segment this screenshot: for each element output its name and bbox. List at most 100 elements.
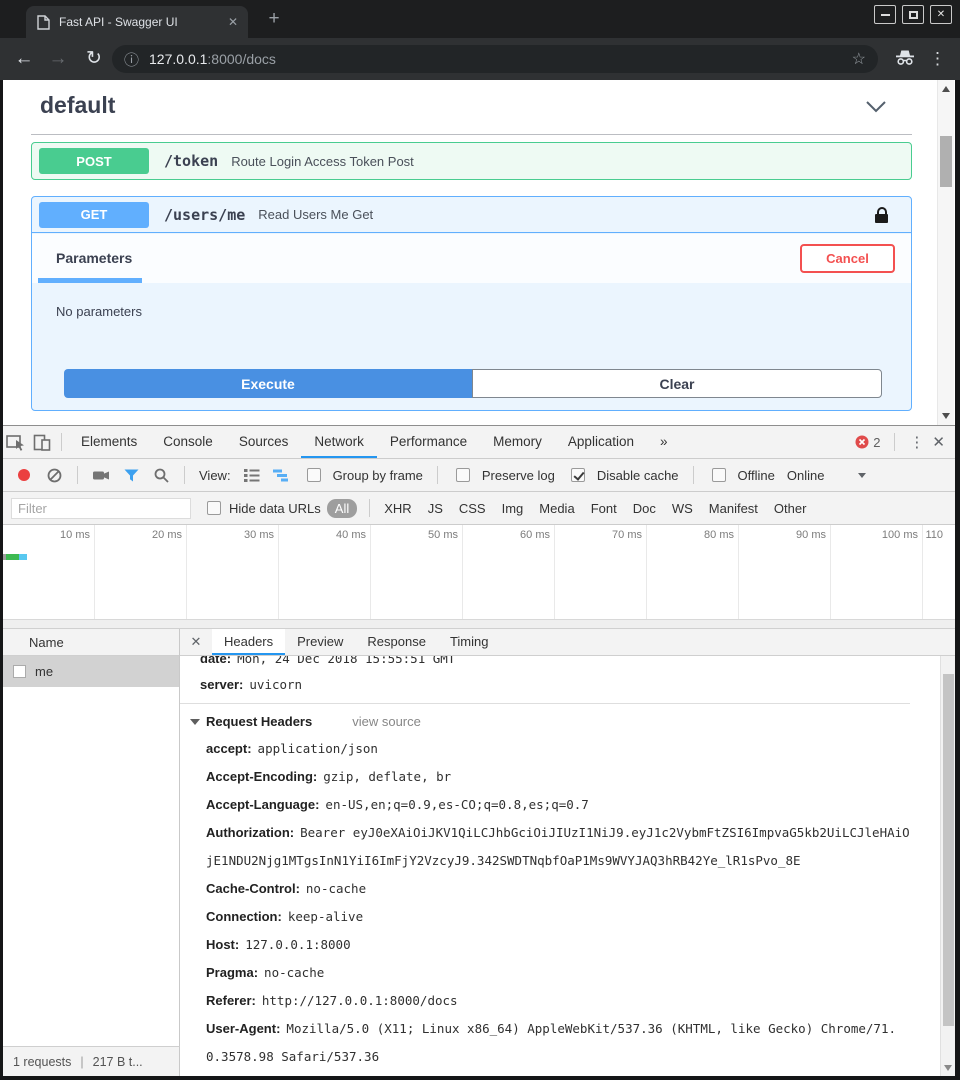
browser-tab[interactable]: Fast API - Swagger UI ✕ bbox=[26, 6, 248, 38]
bookmark-star-icon[interactable]: ☆ bbox=[852, 49, 866, 69]
filter-type-css[interactable]: CSS bbox=[459, 501, 486, 516]
timeline-tick: 90 ms bbox=[739, 525, 831, 619]
filter-input[interactable] bbox=[11, 498, 191, 519]
error-badge[interactable]: 2 bbox=[855, 435, 880, 450]
tab-timing[interactable]: Timing bbox=[438, 629, 501, 655]
request-headers-section[interactable]: Request Headers view source bbox=[190, 708, 910, 735]
timeline-tick: 60 ms bbox=[463, 525, 555, 619]
tab-performance[interactable]: Performance bbox=[377, 426, 480, 458]
cancel-button[interactable]: Cancel bbox=[800, 244, 895, 273]
filter-type-all[interactable]: All bbox=[327, 499, 357, 518]
request-row-me[interactable]: me bbox=[3, 656, 179, 687]
timeline-overview[interactable]: 10 ms 20 ms 30 ms 40 ms 50 ms 60 ms 70 m… bbox=[3, 525, 955, 619]
tab-elements[interactable]: Elements bbox=[68, 426, 150, 458]
page-scrollbar[interactable] bbox=[937, 80, 954, 425]
filter-type-other[interactable]: Other bbox=[774, 501, 807, 516]
endpoint-post-token[interactable]: POST /token Route Login Access Token Pos… bbox=[31, 142, 912, 180]
filter-type-img[interactable]: Img bbox=[502, 501, 524, 516]
new-tab-button[interactable]: + bbox=[262, 7, 286, 31]
details-close-icon[interactable]: ✕ bbox=[180, 629, 212, 655]
scrollbar-thumb[interactable] bbox=[943, 674, 954, 1026]
scroll-up-icon[interactable] bbox=[942, 86, 950, 92]
transferred-size: 217 B t... bbox=[93, 1055, 143, 1069]
screenshot-icon[interactable] bbox=[88, 462, 114, 488]
back-icon[interactable]: ← bbox=[12, 47, 36, 71]
record-icon[interactable] bbox=[18, 469, 30, 481]
tab-memory[interactable]: Memory bbox=[480, 426, 555, 458]
endpoint-summary: Route Login Access Token Post bbox=[231, 154, 414, 169]
close-button[interactable]: ✕ bbox=[930, 5, 952, 24]
filter-type-manifest[interactable]: Manifest bbox=[709, 501, 758, 516]
url-text[interactable]: 127.0.0.1:8000/docs bbox=[149, 51, 852, 67]
browser-menu-icon[interactable]: ⋮ bbox=[929, 47, 946, 71]
tab-application[interactable]: Application bbox=[555, 426, 647, 458]
filter-type-font[interactable]: Font bbox=[591, 501, 617, 516]
request-favicon bbox=[13, 665, 26, 678]
preserve-log-checkbox[interactable] bbox=[456, 468, 470, 482]
filter-type-media[interactable]: Media bbox=[539, 501, 574, 516]
maximize-button[interactable] bbox=[902, 5, 924, 24]
view-list-icon[interactable] bbox=[239, 462, 265, 488]
request-header-line: acceptapplication/json bbox=[190, 735, 910, 763]
page-info-icon[interactable]: ⓘ bbox=[124, 49, 139, 70]
collapse-chevron-icon[interactable] bbox=[865, 100, 887, 114]
section-divider bbox=[31, 134, 912, 135]
filter-funnel-icon[interactable] bbox=[118, 462, 144, 488]
tab-sources[interactable]: Sources bbox=[226, 426, 302, 458]
headers-content[interactable]: dateMon, 24 Dec 2018 15:55:51 GMT server… bbox=[180, 656, 940, 1076]
endpoint-path: /users/me bbox=[164, 206, 245, 224]
minimize-button[interactable] bbox=[874, 5, 896, 24]
forward-icon[interactable]: → bbox=[46, 47, 70, 71]
tab-network[interactable]: Network bbox=[301, 426, 377, 458]
throttling-select[interactable]: Online bbox=[787, 468, 825, 483]
opblock-header[interactable]: POST /token Route Login Access Token Pos… bbox=[32, 143, 911, 179]
view-waterfall-icon[interactable] bbox=[269, 462, 295, 488]
address-bar[interactable]: ⓘ 127.0.0.1:8000/docs ☆ bbox=[112, 45, 878, 73]
hide-data-urls-checkbox[interactable] bbox=[207, 501, 221, 515]
response-header-line: dateMon, 24 Dec 2018 15:55:51 GMT bbox=[190, 656, 910, 672]
offline-checkbox[interactable] bbox=[712, 468, 726, 482]
group-by-frame-label: Group by frame bbox=[333, 468, 423, 483]
device-toolbar-icon[interactable] bbox=[29, 429, 55, 455]
filter-type-js[interactable]: JS bbox=[428, 501, 443, 516]
details-tabbar: ✕ Headers Preview Response Timing bbox=[180, 629, 955, 656]
collapse-triangle-icon[interactable] bbox=[190, 719, 200, 725]
view-source-link[interactable]: view source bbox=[352, 708, 421, 735]
request-header-line: User-AgentMozilla/5.0 (X11; Linux x86_64… bbox=[190, 1015, 910, 1071]
auth-lock-icon[interactable] bbox=[874, 207, 889, 223]
clear-button[interactable]: Clear bbox=[472, 369, 882, 398]
tab-close-icon[interactable]: ✕ bbox=[228, 15, 238, 29]
opblock-header[interactable]: GET /users/me Read Users Me Get bbox=[32, 197, 911, 233]
timeline-tick: 70 ms bbox=[555, 525, 647, 619]
tab-response[interactable]: Response bbox=[355, 629, 438, 655]
clear-requests-icon[interactable] bbox=[41, 462, 67, 488]
request-details-pane: ✕ Headers Preview Response Timing dateMo… bbox=[180, 629, 955, 1076]
filter-type-doc[interactable]: Doc bbox=[633, 501, 656, 516]
scroll-down-icon[interactable] bbox=[944, 1065, 952, 1071]
request-header-line: Accept-Encodinggzip, deflate, br bbox=[190, 763, 910, 791]
request-header-line: Accept-Languageen-US,en;q=0.9,es-CO;q=0.… bbox=[190, 791, 910, 819]
preserve-log-label: Preserve log bbox=[482, 468, 555, 483]
name-column-header[interactable]: Name bbox=[3, 629, 179, 656]
inspect-element-icon[interactable] bbox=[3, 429, 29, 455]
tab-headers[interactable]: Headers bbox=[212, 629, 285, 655]
filter-type-ws[interactable]: WS bbox=[672, 501, 693, 516]
details-scrollbar[interactable] bbox=[940, 656, 955, 1076]
devtools-menu-icon[interactable]: ⋮ bbox=[909, 433, 924, 451]
scrollbar-thumb[interactable] bbox=[940, 136, 952, 187]
scroll-down-icon[interactable] bbox=[942, 413, 950, 419]
dropdown-arrow-icon[interactable] bbox=[858, 473, 866, 478]
disable-cache-checkbox[interactable] bbox=[571, 468, 585, 482]
execute-button[interactable]: Execute bbox=[64, 369, 472, 398]
group-by-frame-checkbox[interactable] bbox=[307, 468, 321, 482]
filter-type-xhr[interactable]: XHR bbox=[384, 501, 411, 516]
reload-icon[interactable]: ↻ bbox=[82, 47, 106, 71]
more-tabs-icon[interactable]: » bbox=[647, 426, 681, 458]
request-waterfall-bar bbox=[3, 554, 27, 560]
tab-preview[interactable]: Preview bbox=[285, 629, 355, 655]
tab-strip: Fast API - Swagger UI ✕ + ✕ bbox=[0, 0, 960, 38]
request-name: me bbox=[35, 664, 53, 679]
tab-console[interactable]: Console bbox=[150, 426, 226, 458]
devtools-close-icon[interactable]: ✕ bbox=[932, 433, 945, 451]
search-icon[interactable] bbox=[148, 462, 174, 488]
